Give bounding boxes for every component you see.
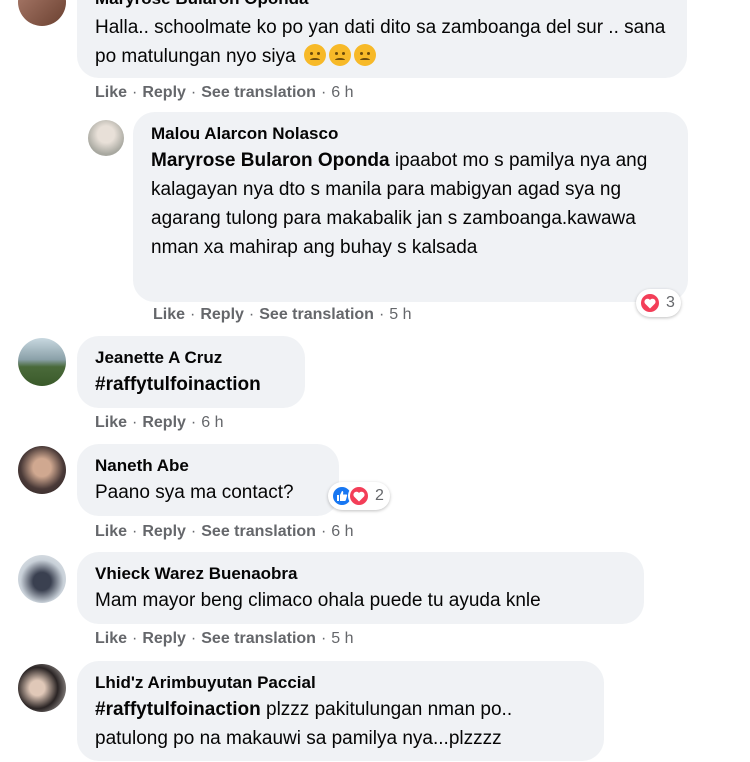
reply-link[interactable]: Reply — [142, 414, 186, 431]
comment-text: #raffytulfoinaction plzzz pakitulungan n… — [95, 695, 586, 753]
comment-actions: Like · Reply · See translation · 6 h — [95, 84, 354, 101]
comment-author[interactable]: Naneth Abe — [95, 456, 321, 476]
timestamp[interactable]: 5 h — [331, 630, 353, 647]
comment-text: Paano sya ma contact? — [95, 478, 321, 507]
avatar[interactable] — [18, 446, 66, 494]
comment-author[interactable]: Lhid'z Arimbuyutan Paccial — [95, 673, 586, 693]
avatar[interactable] — [18, 664, 66, 712]
comment-actions: Like · Reply · See translation · 5 h — [95, 630, 354, 647]
comment-body: Paano sya ma contact? — [95, 482, 294, 503]
reply-link[interactable]: Reply — [142, 523, 186, 540]
heart-icon — [348, 485, 370, 507]
comment-text: Maryrose Bularon Oponda ipaabot mo s pam… — [151, 146, 670, 262]
like-link[interactable]: Like — [95, 630, 127, 647]
hashtag-link[interactable]: #raffytulfoinaction — [95, 374, 261, 395]
mention-link[interactable]: Maryrose Bularon Oponda — [151, 150, 390, 171]
timestamp[interactable]: 6 h — [201, 414, 223, 431]
see-translation-link[interactable]: See translation — [259, 306, 374, 323]
reply-link[interactable]: Reply — [200, 306, 244, 323]
avatar[interactable] — [88, 120, 124, 156]
like-link[interactable]: Like — [95, 523, 127, 540]
see-translation-link[interactable]: See translation — [201, 523, 316, 540]
reaction-count: 2 — [375, 487, 384, 504]
comment-actions: Like · Reply · See translation · 6 h — [95, 523, 354, 540]
reply-link[interactable]: Reply — [142, 630, 186, 647]
avatar[interactable] — [18, 0, 66, 26]
avatar[interactable] — [18, 338, 66, 386]
comment-body: Mam mayor beng climaco ohala puede tu ay… — [95, 590, 541, 611]
comment-actions: Like · Reply · 6 h — [95, 414, 224, 431]
reaction-summary[interactable]: 3 — [636, 289, 681, 317]
comment-text: Mam mayor beng climaco ohala puede tu ay… — [95, 586, 626, 615]
comment-bubble: Maryrose Bularon Oponda Halla.. schoolma… — [77, 0, 687, 78]
timestamp[interactable]: 6 h — [331, 523, 353, 540]
timestamp[interactable]: 6 h — [331, 84, 353, 101]
comment-author[interactable]: Maryrose Bularon Oponda — [95, 0, 669, 9]
like-link[interactable]: Like — [95, 414, 127, 431]
comment-bubble: Malou Alarcon Nolasco Maryrose Bularon O… — [133, 112, 688, 302]
comment-text: Halla.. schoolmate ko po yan dati dito s… — [95, 13, 669, 71]
comment-author[interactable]: Jeanette A Cruz — [95, 348, 287, 368]
comment-bubble: Lhid'z Arimbuyutan Paccial #raffytulfoin… — [77, 661, 604, 761]
comment-author[interactable]: Malou Alarcon Nolasco — [151, 124, 670, 144]
sad-face-emoji — [328, 44, 351, 66]
reply-link[interactable]: Reply — [142, 84, 186, 101]
sad-face-emoji — [353, 44, 376, 66]
see-translation-link[interactable]: See translation — [201, 84, 316, 101]
hashtag-link[interactable]: #raffytulfoinaction — [95, 699, 261, 720]
timestamp[interactable]: 5 h — [389, 306, 411, 323]
comment-bubble: Naneth Abe Paano sya ma contact? — [77, 444, 339, 516]
avatar[interactable] — [18, 555, 66, 603]
like-link[interactable]: Like — [95, 84, 127, 101]
like-link[interactable]: Like — [153, 306, 185, 323]
heart-icon — [639, 292, 661, 314]
reaction-summary[interactable]: 2 — [328, 482, 390, 510]
reaction-count: 3 — [666, 294, 675, 311]
comment-bubble: Jeanette A Cruz #raffytulfoinaction — [77, 336, 305, 408]
comment-body: Halla.. schoolmate ko po yan dati dito s… — [95, 17, 666, 67]
comment-author[interactable]: Vhieck Warez Buenaobra — [95, 564, 626, 584]
comment-bubble: Vhieck Warez Buenaobra Mam mayor beng cl… — [77, 552, 644, 624]
sad-face-emoji — [303, 44, 326, 66]
comment-actions: Like · Reply · See translation · 5 h — [153, 306, 412, 323]
see-translation-link[interactable]: See translation — [201, 630, 316, 647]
comment-text: #raffytulfoinaction — [95, 370, 287, 399]
